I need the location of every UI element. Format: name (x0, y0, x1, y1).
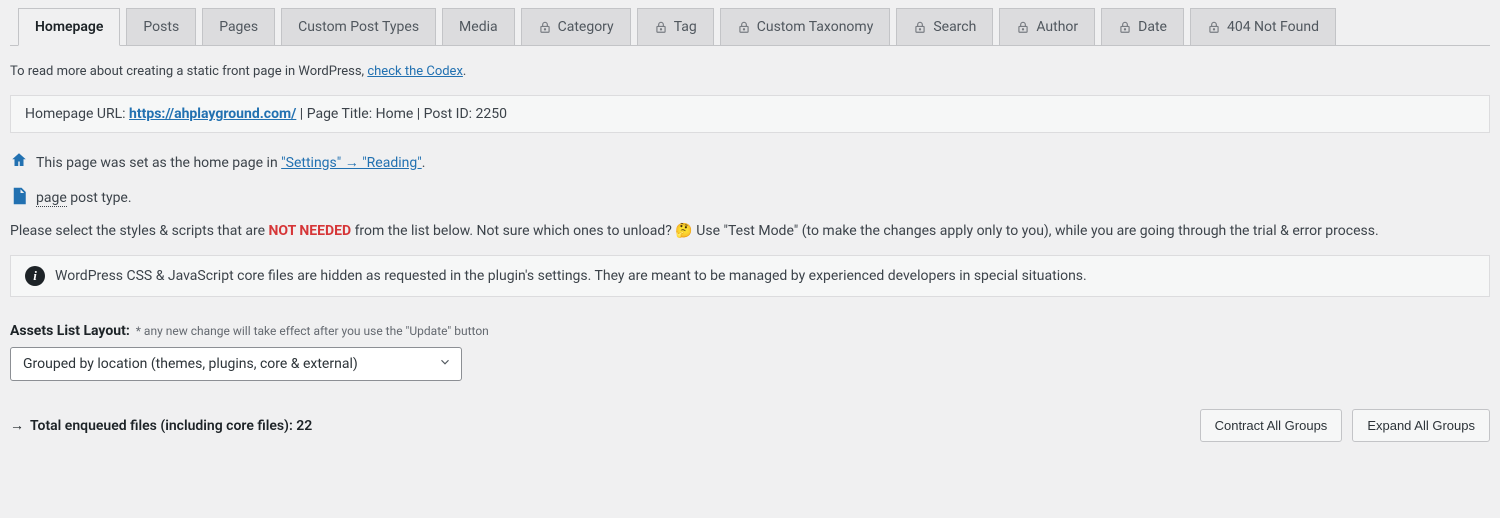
core-files-text: WordPress CSS & JavaScript core files ar… (55, 268, 1087, 284)
txt: from the list below. Not sure which ones… (351, 223, 675, 239)
total-label: Total enqueued files (including core fil… (30, 418, 296, 434)
group-buttons: Contract All Groups Expand All Groups (1200, 409, 1490, 442)
intro-prefix: To read more about creating a static fro… (10, 64, 367, 79)
assets-layout-label-row: Assets List Layout: * any new change wil… (10, 323, 1490, 339)
assets-layout-select-wrap: Grouped by location (themes, plugins, co… (10, 347, 462, 381)
tab-label: Media (459, 19, 498, 35)
sep: | (296, 106, 306, 122)
tab-date[interactable]: Date (1101, 8, 1184, 46)
tab-tag[interactable]: Tag (637, 8, 714, 46)
assets-layout-hint: * any new change will take effect after … (136, 324, 489, 338)
lock-icon (1207, 20, 1221, 34)
intro-period: . (463, 64, 466, 79)
post-id-value: 2250 (476, 106, 507, 122)
set-as-homepage-prefix: This page was set as the home page in (36, 155, 281, 171)
contract-all-button[interactable]: Contract All Groups (1200, 409, 1343, 442)
home-icon (10, 151, 28, 173)
lock-icon (654, 20, 668, 34)
post-id-label: Post ID: (424, 106, 476, 122)
post-type-rest: post type. (67, 190, 132, 206)
tab-bar: Homepage Posts Pages Custom Post Types Media… (10, 8, 1490, 46)
tab-label: Author (1036, 19, 1078, 35)
set-as-homepage-note: This page was set as the home page in "S… (10, 151, 1490, 173)
tab-404-not-found[interactable]: 404 Not Found (1190, 8, 1336, 46)
tab-label: Pages (219, 19, 258, 35)
post-type-page-word: page (36, 190, 67, 207)
settings-reading-link[interactable]: "Settings" → "Reading" (281, 155, 422, 171)
sep: | (413, 106, 423, 122)
tab-label: Tag (674, 19, 697, 35)
tab-label: Category (558, 19, 614, 35)
tab-label: Custom Post Types (298, 19, 419, 35)
tab-homepage[interactable]: Homepage (18, 8, 120, 46)
intro-text: To read more about creating a static fro… (10, 64, 1490, 79)
arrow-icon: → (10, 417, 24, 434)
tab-media[interactable]: Media (442, 8, 515, 46)
homepage-url-link[interactable]: https://ahplayground.com/ (129, 106, 296, 122)
tab-custom-taxonomy[interactable]: Custom Taxonomy (720, 8, 891, 46)
tab-pages[interactable]: Pages (202, 8, 275, 46)
tab-author[interactable]: Author (999, 8, 1095, 46)
not-needed-emphasis: NOT NEEDED (269, 223, 352, 239)
tab-label: Posts (143, 19, 179, 35)
page-title-label: Page Title: (307, 106, 376, 122)
core-files-notice: i WordPress CSS & JavaScript core files … (10, 255, 1490, 297)
assets-layout-select[interactable]: Grouped by location (themes, plugins, co… (10, 347, 462, 381)
footer-row: → Total enqueued files (including core f… (10, 409, 1490, 442)
lock-icon (913, 20, 927, 34)
tab-label: 404 Not Found (1227, 19, 1319, 35)
tab-label: Date (1138, 19, 1167, 35)
lock-icon (1016, 20, 1030, 34)
homepage-url-label: Homepage URL: (25, 106, 129, 122)
tab-posts[interactable]: Posts (126, 8, 196, 46)
expand-all-button[interactable]: Expand All Groups (1352, 409, 1490, 442)
tab-category[interactable]: Category (521, 8, 631, 46)
unload-instruction: Please select the styles & scripts that … (10, 223, 1490, 239)
txt: Use "Test Mode" (to make the changes app… (693, 223, 1379, 239)
tab-search[interactable]: Search (896, 8, 993, 46)
txt: Please select the styles & scripts that … (10, 223, 269, 239)
tab-custom-post-types[interactable]: Custom Post Types (281, 8, 436, 46)
tab-label: Homepage (35, 19, 103, 35)
page-title-value: Home (376, 106, 414, 122)
tab-label: Custom Taxonomy (757, 19, 874, 35)
post-type-note: page post type. (10, 187, 1490, 209)
period: . (422, 155, 426, 171)
lock-icon (737, 20, 751, 34)
codex-link[interactable]: check the Codex (367, 64, 463, 79)
assets-layout-label: Assets List Layout: (10, 323, 130, 339)
total-value: 22 (296, 418, 312, 434)
thinking-emoji: 🤔 (675, 223, 692, 239)
lock-icon (538, 20, 552, 34)
lock-icon (1118, 20, 1132, 34)
page-icon (10, 187, 28, 209)
homepage-info-box: Homepage URL: https://ahplayground.com/ … (10, 95, 1490, 133)
info-icon: i (25, 266, 45, 286)
tab-label: Search (933, 19, 976, 35)
total-enqueued-line: → Total enqueued files (including core f… (10, 417, 312, 434)
